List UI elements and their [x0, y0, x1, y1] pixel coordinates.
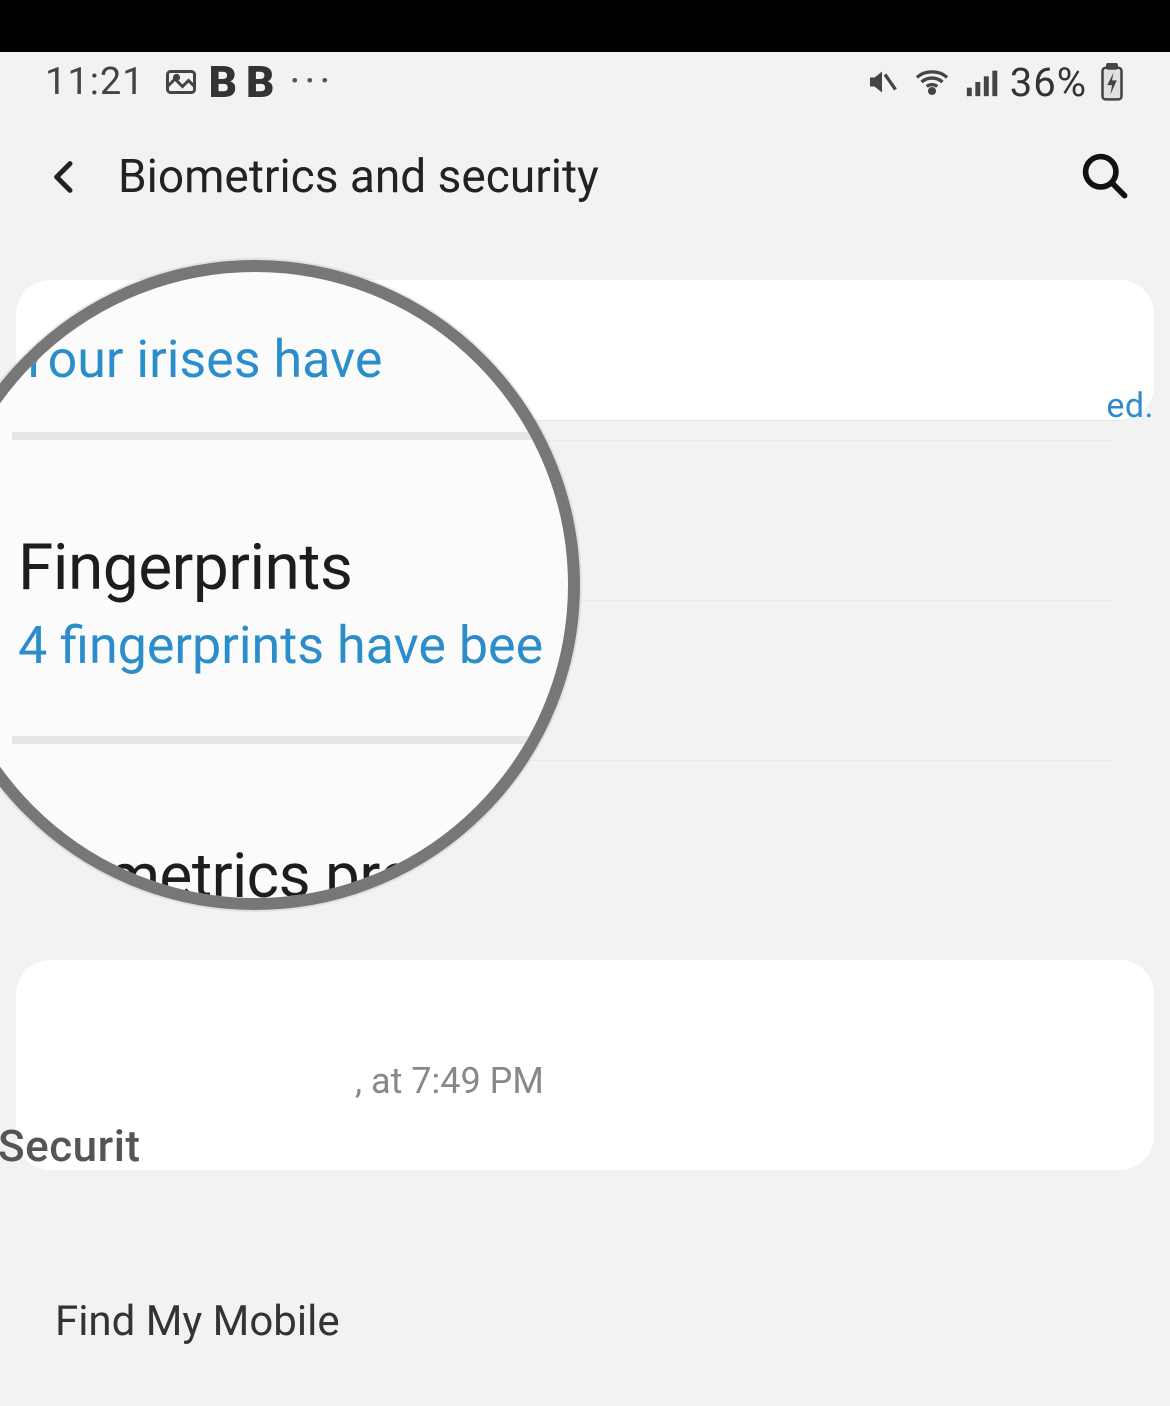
search-button[interactable]: [1078, 149, 1130, 205]
irises-subtext: Your irises have: [18, 329, 580, 390]
magnifier-overlay: Irises Your irises have Fingerprints 4 f…: [0, 260, 580, 910]
wifi-icon: [912, 64, 952, 100]
app-bar: Biometrics and security: [0, 112, 1170, 242]
battery-percent-text: 36%: [1010, 59, 1087, 106]
status-bar: 11:21 B B ···: [0, 52, 1170, 112]
vibrate-mute-icon: [864, 64, 900, 100]
top-black-bar: [0, 0, 1170, 52]
fingerprints-title: Fingerprints: [18, 530, 580, 605]
battery-charging-icon: [1099, 63, 1125, 101]
biometrics-pref-title: Biometrics pre: [18, 840, 580, 910]
irises-subtext-fragment: ed.: [1106, 386, 1154, 426]
image-icon: [163, 64, 199, 100]
security-label-peek: Securit: [0, 1120, 141, 1172]
signal-icon: [964, 65, 998, 99]
second-card: [16, 960, 1154, 1170]
timestamp-fragment: , at 7:49 PM: [355, 1060, 544, 1102]
notification-b-icons: B B: [209, 56, 274, 108]
back-button[interactable]: [30, 148, 100, 206]
fingerprints-item[interactable]: Fingerprints 4 fingerprints have bee: [12, 440, 580, 744]
biometrics-preferences-item[interactable]: Biometrics pre: [12, 744, 580, 910]
page-title: Biometrics and security: [118, 150, 599, 204]
status-time: 11:21: [45, 60, 145, 104]
irises-title: Irises: [0, 260, 580, 319]
irises-item[interactable]: Irises Your irises have: [12, 260, 580, 440]
more-notifications-dots: ···: [289, 61, 334, 103]
fingerprints-subtext: 4 fingerprints have bee: [18, 615, 580, 676]
find-my-mobile-item[interactable]: Find My Mobile: [55, 1297, 340, 1346]
